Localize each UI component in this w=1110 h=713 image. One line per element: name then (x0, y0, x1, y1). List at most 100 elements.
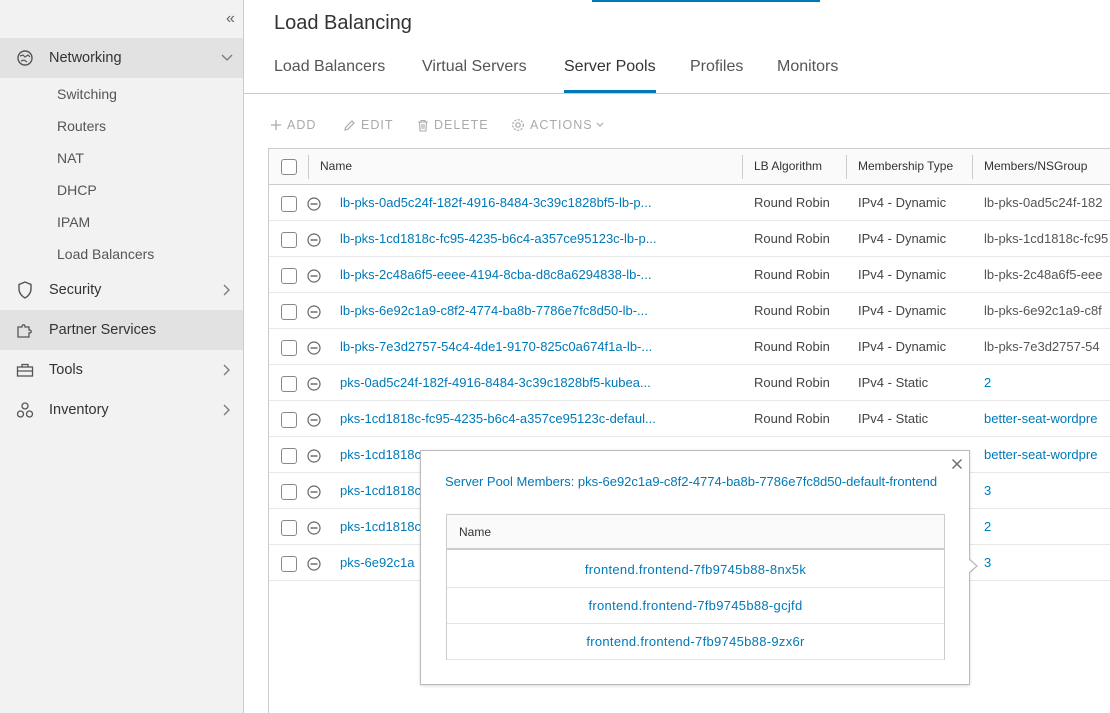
column-separator (846, 155, 847, 179)
members-nsgroup-cell[interactable]: better-seat-wordpre (984, 437, 1110, 473)
members-nsgroup-cell[interactable]: 2 (984, 509, 1110, 545)
members-nsgroup-cell[interactable]: 3 (984, 545, 1110, 581)
row-checkbox[interactable] (281, 232, 297, 248)
chevron-right-icon (221, 284, 233, 296)
pool-name-link[interactable]: lb-pks-6e92c1a9-c8f2-4774-ba8b-7786e7fc8… (340, 293, 700, 329)
puzzle-icon (15, 320, 35, 340)
pencil-icon (344, 119, 355, 131)
members-column-header-name: Name (447, 515, 944, 550)
column-separator (308, 155, 309, 179)
column-header-membership-type[interactable]: Membership Type (858, 149, 953, 184)
column-separator (742, 155, 743, 179)
edit-button[interactable]: EDIT (343, 116, 393, 134)
members-nsgroup-cell: lb-pks-7e3d2757-54 (984, 339, 1100, 354)
row-checkbox[interactable] (281, 268, 297, 284)
sidebar-item-partner-services[interactable]: Partner Services (0, 310, 243, 350)
status-icon (307, 413, 321, 427)
inventory-icon (15, 400, 35, 420)
table-row[interactable]: pks-1cd1818c-fc95-4235-b6c4-a357ce95123c… (269, 401, 1110, 437)
sidebar-item-tools[interactable]: Tools (0, 350, 243, 390)
delete-button-label: DELETE (434, 118, 489, 132)
sidebar-item-security[interactable]: Security (0, 270, 243, 310)
members-nsgroup-cell[interactable]: better-seat-wordpre (984, 401, 1110, 437)
add-button[interactable]: ADD (270, 116, 316, 134)
sidebar-item-label: Networking (49, 50, 122, 66)
pool-name-link[interactable]: lb-pks-1cd1818c-fc95-4235-b6c4-a357ce951… (340, 221, 700, 257)
row-checkbox[interactable] (281, 376, 297, 392)
pool-name-link[interactable]: lb-pks-2c48a6f5-eeee-4194-8cba-d8c8a6294… (340, 257, 700, 293)
server-pool-members-popover: Server Pool Members: pks-6e92c1a9-c8f2-4… (420, 450, 978, 685)
sidebar-subitem-routers[interactable]: Routers (57, 116, 106, 136)
table-row[interactable]: lb-pks-0ad5c24f-182f-4916-8484-3c39c1828… (269, 185, 1110, 221)
row-checkbox[interactable] (281, 556, 297, 572)
members-nsgroup-cell[interactable]: 3 (984, 473, 1110, 509)
lb-algorithm-cell: Round Robin (754, 411, 830, 426)
sidebar-subitem-nat[interactable]: NAT (57, 148, 84, 168)
trash-icon (418, 119, 428, 132)
members-nsgroup-cell: lb-pks-1cd1818c-fc95 (984, 231, 1109, 246)
column-header-lb-algorithm[interactable]: LB Algorithm (754, 149, 822, 184)
delete-button[interactable]: DELETE (417, 116, 489, 134)
tab-profiles[interactable]: Profiles (690, 58, 743, 93)
collapse-sidebar-icon[interactable]: « (226, 11, 240, 27)
table-row[interactable]: pks-0ad5c24f-182f-4916-8484-3c39c1828bf5… (269, 365, 1110, 401)
sidebar: « Networking Switching Routers NAT DHCP … (0, 0, 244, 713)
sidebar-item-inventory[interactable]: Inventory (0, 390, 243, 430)
chevron-down-icon (596, 122, 603, 127)
close-icon[interactable] (951, 457, 963, 469)
shield-icon (15, 280, 35, 300)
member-row[interactable]: frontend.frontend-7fb9745b88-gcjfd (447, 588, 944, 624)
row-checkbox[interactable] (281, 196, 297, 212)
column-separator (972, 155, 973, 179)
row-checkbox[interactable] (281, 520, 297, 536)
tab-monitors[interactable]: Monitors (777, 58, 838, 93)
members-nsgroup-cell[interactable]: 2 (984, 365, 1110, 401)
sidebar-subitem-switching[interactable]: Switching (57, 84, 117, 104)
lb-algorithm-cell: Round Robin (754, 195, 830, 210)
member-row[interactable]: frontend.frontend-7fb9745b88-8nx5k (447, 552, 944, 588)
sidebar-item-label: Security (49, 282, 102, 298)
table-row[interactable]: lb-pks-7e3d2757-54c4-4de1-9170-825c0a674… (269, 329, 1110, 365)
lb-algorithm-cell: Round Robin (754, 375, 830, 390)
actions-button[interactable]: ACTIONS (511, 116, 609, 134)
networking-icon (15, 48, 35, 68)
membership-type-cell: IPv4 - Dynamic (858, 195, 947, 210)
status-icon (307, 557, 321, 571)
actions-button-label: ACTIONS (530, 118, 593, 132)
sidebar-item-label: Partner Services (49, 322, 157, 338)
membership-type-cell: IPv4 - Dynamic (858, 231, 947, 246)
member-row[interactable]: frontend.frontend-7fb9745b88-9zx6r (447, 624, 944, 660)
sidebar-item-networking[interactable]: Networking (0, 38, 243, 78)
lb-algorithm-cell: Round Robin (754, 303, 830, 318)
sidebar-subitem-dhcp[interactable]: DHCP (57, 180, 97, 200)
select-all-checkbox[interactable] (281, 159, 297, 175)
membership-type-cell: IPv4 - Dynamic (858, 339, 947, 354)
sidebar-subitem-ipam[interactable]: IPAM (57, 212, 90, 232)
pool-name-link[interactable]: pks-1cd1818c-fc95-4235-b6c4-a357ce95123c… (340, 401, 700, 437)
pool-name-link[interactable]: lb-pks-0ad5c24f-182f-4916-8484-3c39c1828… (340, 185, 700, 221)
table-row[interactable]: lb-pks-1cd1818c-fc95-4235-b6c4-a357ce951… (269, 221, 1110, 257)
row-checkbox[interactable] (281, 448, 297, 464)
table-row[interactable]: lb-pks-2c48a6f5-eeee-4194-8cba-d8c8a6294… (269, 257, 1110, 293)
table-row[interactable]: lb-pks-6e92c1a9-c8f2-4774-ba8b-7786e7fc8… (269, 293, 1110, 329)
row-checkbox[interactable] (281, 484, 297, 500)
membership-type-cell: IPv4 - Dynamic (858, 267, 947, 282)
page-title: Load Balancing (274, 12, 412, 34)
gear-icon (512, 119, 524, 131)
tab-virtual-servers[interactable]: Virtual Servers (422, 58, 527, 93)
status-icon (307, 449, 321, 463)
row-checkbox[interactable] (281, 340, 297, 356)
pool-name-link[interactable]: lb-pks-7e3d2757-54c4-4de1-9170-825c0a674… (340, 329, 700, 365)
row-checkbox[interactable] (281, 304, 297, 320)
pool-name-link[interactable]: pks-0ad5c24f-182f-4916-8484-3c39c1828bf5… (340, 365, 700, 401)
tab-load-balancers[interactable]: Load Balancers (274, 58, 385, 93)
tab-server-pools[interactable]: Server Pools (564, 58, 656, 93)
lb-algorithm-cell: Round Robin (754, 339, 830, 354)
column-header-members-nsgroup[interactable]: Members/NSGroup (984, 149, 1087, 184)
chevron-down-icon (221, 52, 233, 64)
row-checkbox[interactable] (281, 412, 297, 428)
popover-title: Server Pool Members: pks-6e92c1a9-c8f2-4… (445, 474, 938, 489)
column-header-name[interactable]: Name (320, 149, 352, 184)
status-icon (307, 377, 321, 391)
sidebar-subitem-load-balancers[interactable]: Load Balancers (57, 244, 154, 264)
